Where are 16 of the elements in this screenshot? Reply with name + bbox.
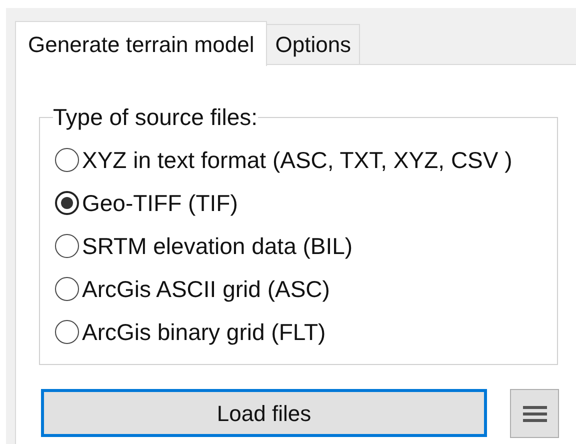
menu-icon xyxy=(522,404,546,422)
radio-option[interactable]: ArcGis binary grid (FLT) xyxy=(55,319,542,345)
group-label: Type of source files: xyxy=(53,106,258,128)
radio-option[interactable]: XYZ in text format (ASC, TXT, XYZ, CSV ) xyxy=(55,147,542,173)
radio-button[interactable] xyxy=(55,320,79,344)
radio-button[interactable] xyxy=(55,191,79,215)
radio-option[interactable]: SRTM elevation data (BIL) xyxy=(55,233,542,259)
load-files-button[interactable]: Load files xyxy=(41,389,487,437)
radio-button[interactable] xyxy=(55,234,79,258)
radio-button[interactable] xyxy=(55,148,79,172)
radio-option[interactable]: Geo-TIFF (TIF) xyxy=(55,190,542,216)
tab[interactable]: Options xyxy=(266,24,360,65)
radio-button[interactable] xyxy=(55,277,79,301)
menu-button[interactable] xyxy=(510,389,559,438)
tab[interactable]: Generate terrain model xyxy=(15,21,268,66)
radio-option[interactable]: ArcGis ASCII grid (ASC) xyxy=(55,276,542,302)
